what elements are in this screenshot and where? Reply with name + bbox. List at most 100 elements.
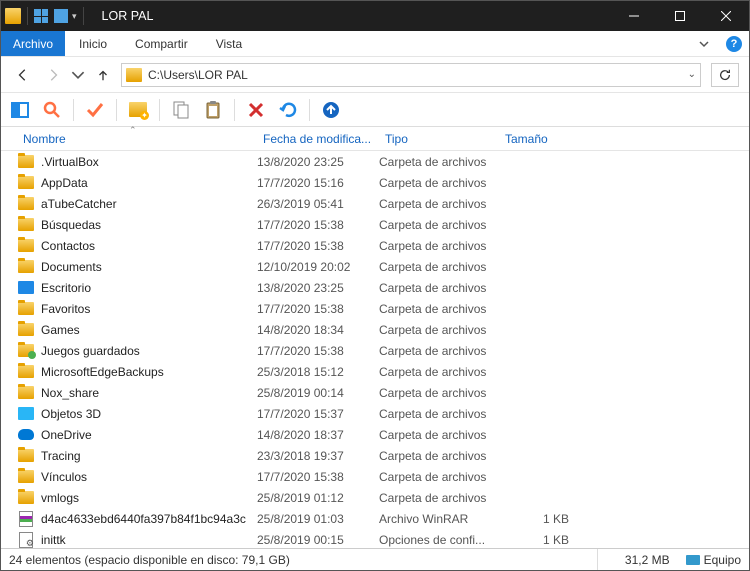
list-item[interactable]: Games14/8/2020 18:34Carpeta de archivos: [17, 319, 749, 340]
item-type: Carpeta de archivos: [379, 365, 499, 379]
item-type: Carpeta de archivos: [379, 281, 499, 295]
list-item[interactable]: Juegos guardados17/7/2020 15:38Carpeta d…: [17, 340, 749, 361]
status-bar: 24 elementos (espacio disponible en disc…: [1, 548, 749, 570]
folder-icon: [17, 154, 35, 170]
list-item[interactable]: OneDrive14/8/2020 18:37Carpeta de archiv…: [17, 424, 749, 445]
toolbar: ✦: [1, 93, 749, 127]
list-item[interactable]: AppData17/7/2020 15:16Carpeta de archivo…: [17, 172, 749, 193]
qat-button[interactable]: [54, 9, 68, 23]
select-tool-button[interactable]: [7, 97, 33, 123]
undo-button[interactable]: [275, 97, 301, 123]
item-type: Carpeta de archivos: [379, 302, 499, 316]
ribbon-expand-icon[interactable]: [689, 31, 719, 56]
folder-icon: [17, 322, 35, 338]
item-type: Carpeta de archivos: [379, 428, 499, 442]
address-path[interactable]: C:\Users\LOR PAL: [148, 68, 682, 82]
onedrive-icon: [17, 427, 35, 443]
item-date: 25/8/2019 01:03: [257, 512, 379, 526]
list-item[interactable]: Favoritos17/7/2020 15:38Carpeta de archi…: [17, 298, 749, 319]
list-item[interactable]: vmlogs25/8/2019 01:12Carpeta de archivos: [17, 487, 749, 508]
qat-dropdown-icon[interactable]: ▾: [72, 11, 77, 22]
item-name: MicrosoftEdgeBackups: [41, 365, 257, 379]
list-item[interactable]: Búsquedas17/7/2020 15:38Carpeta de archi…: [17, 214, 749, 235]
tab-home[interactable]: Inicio: [65, 31, 121, 56]
up-button[interactable]: [91, 63, 115, 87]
ribbon-tabs: Archivo Inicio Compartir Vista ?: [1, 31, 749, 57]
file-list[interactable]: .VirtualBox13/8/2020 23:25Carpeta de arc…: [1, 151, 749, 548]
back-button[interactable]: [11, 63, 35, 87]
upload-button[interactable]: [318, 97, 344, 123]
folder-icon: [17, 301, 35, 317]
item-date: 25/8/2019 00:14: [257, 386, 379, 400]
delete-button[interactable]: [243, 97, 269, 123]
folder-icon: [17, 196, 35, 212]
close-button[interactable]: [703, 1, 749, 31]
column-date[interactable]: Fecha de modifica...: [257, 127, 379, 150]
item-date: 12/10/2019 20:02: [257, 260, 379, 274]
list-item[interactable]: d4ac4633ebd6440fa397b84f1bc94a3c25/8/201…: [17, 508, 749, 529]
list-item[interactable]: Escritorio13/8/2020 23:25Carpeta de arch…: [17, 277, 749, 298]
window-title: LOR PAL: [102, 9, 154, 23]
copy-button[interactable]: [168, 97, 194, 123]
item-date: 14/8/2020 18:34: [257, 323, 379, 337]
3d-objects-icon: [17, 406, 35, 422]
list-item[interactable]: inittk25/8/2019 00:15Opciones de confi..…: [17, 529, 749, 548]
desktop-icon: [17, 280, 35, 296]
list-item[interactable]: MicrosoftEdgeBackups25/3/2018 15:12Carpe…: [17, 361, 749, 382]
column-size[interactable]: Tamaño: [499, 127, 579, 150]
column-name[interactable]: Nombre: [17, 127, 257, 150]
folder-icon: [17, 175, 35, 191]
item-name: Escritorio: [41, 281, 257, 295]
item-date: 25/3/2018 15:12: [257, 365, 379, 379]
item-date: 14/8/2020 18:37: [257, 428, 379, 442]
item-name: Contactos: [41, 239, 257, 253]
item-date: 17/7/2020 15:38: [257, 344, 379, 358]
column-type[interactable]: Tipo: [379, 127, 499, 150]
item-name: AppData: [41, 176, 257, 190]
maximize-button[interactable]: [657, 1, 703, 31]
item-name: OneDrive: [41, 428, 257, 442]
list-item[interactable]: .VirtualBox13/8/2020 23:25Carpeta de arc…: [17, 151, 749, 172]
item-date: 17/7/2020 15:16: [257, 176, 379, 190]
item-type: Opciones de confi...: [379, 533, 499, 547]
forward-button[interactable]: [41, 63, 65, 87]
help-button[interactable]: ?: [719, 31, 749, 56]
check-button[interactable]: [82, 97, 108, 123]
paste-button[interactable]: [200, 97, 226, 123]
list-item[interactable]: Objetos 3D17/7/2020 15:37Carpeta de arch…: [17, 403, 749, 424]
item-type: Archivo WinRAR: [379, 512, 499, 526]
list-item[interactable]: aTubeCatcher26/3/2019 05:41Carpeta de ar…: [17, 193, 749, 214]
tab-file[interactable]: Archivo: [1, 31, 65, 56]
list-item[interactable]: Documents12/10/2019 20:02Carpeta de arch…: [17, 256, 749, 277]
item-date: 17/7/2020 15:38: [257, 470, 379, 484]
list-item[interactable]: Vínculos17/7/2020 15:38Carpeta de archiv…: [17, 466, 749, 487]
folder-icon: [17, 217, 35, 233]
folder-icon: [17, 259, 35, 275]
list-item[interactable]: Contactos17/7/2020 15:38Carpeta de archi…: [17, 235, 749, 256]
folder-icon: [17, 448, 35, 464]
status-size: 31,2 MB: [598, 549, 678, 570]
recent-dropdown-icon[interactable]: [71, 63, 85, 87]
saved-games-icon: [17, 343, 35, 359]
refresh-button[interactable]: [711, 63, 739, 87]
item-date: 26/3/2019 05:41: [257, 197, 379, 211]
folder-icon[interactable]: [5, 8, 21, 24]
properties-icon[interactable]: [34, 9, 48, 23]
search-button[interactable]: [39, 97, 65, 123]
list-item[interactable]: Tracing23/3/2018 19:37Carpeta de archivo…: [17, 445, 749, 466]
item-type: Carpeta de archivos: [379, 491, 499, 505]
navigation-bar: C:\Users\LOR PAL ⌄: [1, 57, 749, 93]
help-icon: ?: [726, 36, 742, 52]
tab-view[interactable]: Vista: [202, 31, 256, 56]
item-type: Carpeta de archivos: [379, 323, 499, 337]
address-dropdown-icon[interactable]: ⌄: [688, 69, 696, 80]
tab-share[interactable]: Compartir: [121, 31, 202, 56]
item-name: Games: [41, 323, 257, 337]
item-date: 17/7/2020 15:38: [257, 239, 379, 253]
new-folder-button[interactable]: ✦: [125, 97, 151, 123]
item-type: Carpeta de archivos: [379, 449, 499, 463]
list-item[interactable]: Nox_share25/8/2019 00:14Carpeta de archi…: [17, 382, 749, 403]
minimize-button[interactable]: [611, 1, 657, 31]
address-bar[interactable]: C:\Users\LOR PAL ⌄: [121, 63, 701, 87]
item-date: 25/8/2019 01:12: [257, 491, 379, 505]
